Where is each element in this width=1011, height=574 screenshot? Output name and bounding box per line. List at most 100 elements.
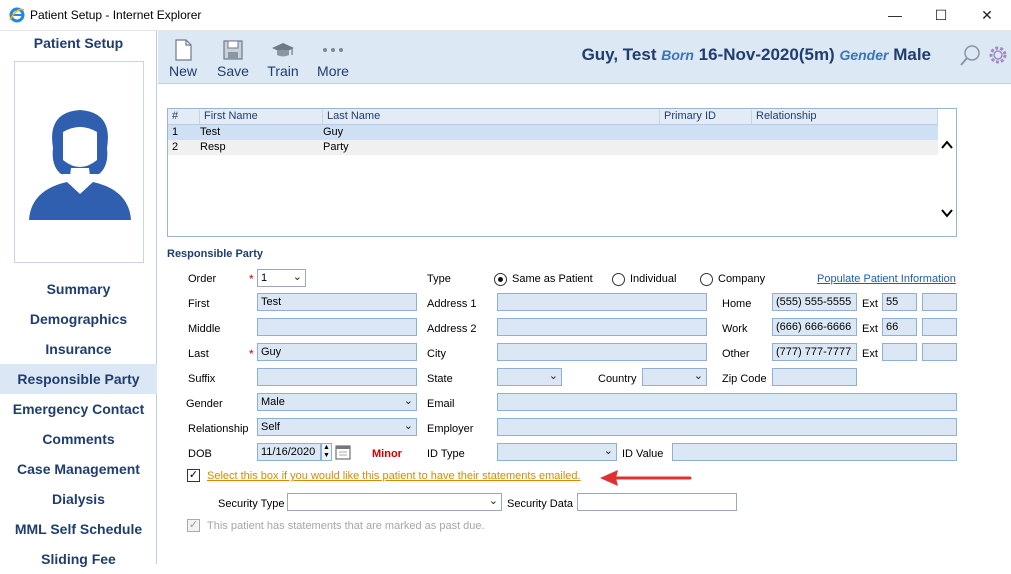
other-phone-field[interactable]: (777) 777-7777: [772, 343, 857, 361]
column-header-number[interactable]: #: [168, 110, 200, 124]
security-type-select[interactable]: ⌄: [287, 493, 502, 511]
type-label: Type: [427, 273, 451, 285]
type-company-radio[interactable]: [700, 273, 713, 286]
sidebar-item-sliding-fee[interactable]: Sliding Fee: [0, 544, 157, 574]
column-header-relationship[interactable]: Relationship: [752, 110, 938, 124]
save-button[interactable]: Save: [208, 31, 258, 84]
address1-field[interactable]: [497, 293, 707, 311]
close-button[interactable]: ✕: [964, 0, 1010, 30]
required-marker: *: [249, 347, 254, 361]
type-individual-label: Individual: [630, 273, 677, 285]
patient-photo[interactable]: [14, 61, 144, 263]
sidebar-item-case-management[interactable]: Case Management: [0, 454, 157, 484]
column-header-last-name[interactable]: Last Name: [323, 110, 660, 124]
window-title-bar: Patient Setup - Internet Explorer — ☐ ✕: [0, 0, 1011, 31]
sidebar: Patient Setup Summary Demographics Insur…: [0, 31, 157, 567]
type-individual-radio[interactable]: [612, 273, 625, 286]
gear-icon[interactable]: [986, 43, 1010, 70]
email-label: Email: [427, 398, 455, 410]
work-extra-field[interactable]: [922, 318, 957, 336]
new-button[interactable]: New: [158, 31, 208, 84]
other-extra-field[interactable]: [922, 343, 957, 361]
employer-field[interactable]: [497, 418, 957, 436]
sidebar-title: Patient Setup: [33, 35, 124, 51]
work-phone-field[interactable]: (666) 666-6666: [772, 318, 857, 336]
sidebar-item-dialysis[interactable]: Dialysis: [0, 484, 157, 514]
calendar-icon[interactable]: [335, 444, 351, 463]
table-row[interactable]: 2 Resp Party: [168, 140, 938, 155]
home-extra-field[interactable]: [922, 293, 957, 311]
sidebar-item-responsible-party[interactable]: Responsible Party: [0, 364, 157, 394]
grid-header: # First Name Last Name Primary ID Relati…: [168, 109, 938, 125]
sidebar-item-summary[interactable]: Summary: [0, 274, 157, 304]
responsible-party-grid: # First Name Last Name Primary ID Relati…: [167, 108, 957, 237]
minimize-button[interactable]: —: [872, 0, 918, 30]
relationship-select[interactable]: Self ⌄: [257, 418, 417, 436]
dob-spinner[interactable]: ▲ ▼: [321, 443, 332, 461]
id-value-field[interactable]: [672, 443, 957, 461]
other-ext-label: Ext: [862, 348, 878, 360]
train-button[interactable]: Train: [258, 31, 308, 84]
email-field[interactable]: [497, 393, 957, 411]
search-icon[interactable]: [959, 43, 983, 70]
gender-value: Male: [261, 396, 285, 408]
maximize-button[interactable]: ☐: [918, 0, 964, 30]
zip-code-field[interactable]: [772, 368, 857, 386]
chevron-down-icon: ⌄: [292, 271, 302, 283]
table-row[interactable]: 1 Test Guy: [168, 125, 938, 140]
populate-patient-information-link[interactable]: Populate Patient Information: [817, 273, 956, 285]
security-type-label: Security Type: [218, 498, 285, 510]
gender-label: Gender: [186, 398, 223, 410]
first-label: First: [188, 298, 210, 310]
type-same-as-patient-radio[interactable]: [494, 273, 507, 286]
sidebar-item-mml-self-schedule[interactable]: MML Self Schedule: [0, 514, 157, 544]
sidebar-item-emergency-contact[interactable]: Emergency Contact: [0, 394, 157, 424]
zip-code-label: Zip Code: [722, 373, 767, 385]
suffix-field[interactable]: [257, 368, 417, 386]
chevron-down-icon: ⌄: [603, 445, 613, 457]
country-select[interactable]: ⌄: [642, 368, 707, 386]
scroll-up-icon[interactable]: [940, 139, 954, 154]
work-ext-label: Ext: [862, 323, 878, 335]
other-ext-field[interactable]: [882, 343, 917, 361]
address2-field[interactable]: [497, 318, 707, 336]
column-header-primary-id[interactable]: Primary ID: [660, 110, 752, 124]
patient-header: Guy, Test Born 16-Nov-2020(5m) Gender Ma…: [582, 45, 931, 65]
cell-first-name: Test: [200, 126, 221, 138]
person-silhouette-icon: [29, 110, 131, 220]
dob-field[interactable]: 11/16/2020: [257, 443, 321, 461]
id-type-select[interactable]: ⌄: [497, 443, 617, 461]
security-data-field[interactable]: [577, 493, 737, 511]
column-header-first-name[interactable]: First Name: [200, 110, 323, 124]
home-ext-field[interactable]: 55: [882, 293, 917, 311]
cell-last-name: Party: [323, 141, 349, 153]
new-label: New: [168, 63, 197, 79]
chevron-down-icon: ⌄: [548, 370, 558, 382]
first-name-field[interactable]: Test: [257, 293, 417, 311]
chevron-down-icon: ⌄: [403, 395, 413, 407]
home-phone-field[interactable]: (555) 555-5555: [772, 293, 857, 311]
email-statements-checkbox[interactable]: ✓: [187, 469, 200, 482]
work-ext-field[interactable]: 66: [882, 318, 917, 336]
sidebar-item-insurance[interactable]: Insurance: [0, 334, 157, 364]
gender-select[interactable]: Male ⌄: [257, 393, 417, 411]
email-statements-text[interactable]: Select this box if you would like this p…: [207, 470, 581, 482]
city-field[interactable]: [497, 343, 707, 361]
graduation-cap-icon: [272, 43, 294, 57]
train-label: Train: [267, 63, 299, 79]
middle-name-field[interactable]: [257, 318, 417, 336]
cell-number: 1: [172, 126, 179, 138]
sidebar-item-demographics[interactable]: Demographics: [0, 304, 157, 334]
chevron-down-icon: ⌄: [693, 370, 703, 382]
save-disk-icon: [223, 40, 243, 60]
last-name-field[interactable]: Guy: [257, 343, 417, 361]
order-select[interactable]: 1 ⌄: [257, 269, 306, 287]
past-due-checkbox: ✓: [187, 519, 200, 532]
state-select[interactable]: ⌄: [497, 368, 562, 386]
scroll-down-icon[interactable]: [940, 207, 954, 222]
type-same-as-patient-label: Same as Patient: [512, 273, 593, 285]
more-button[interactable]: More: [308, 31, 358, 84]
type-company-label: Company: [718, 273, 766, 285]
sidebar-item-comments[interactable]: Comments: [0, 424, 157, 454]
home-phone-label: Home: [722, 298, 752, 310]
